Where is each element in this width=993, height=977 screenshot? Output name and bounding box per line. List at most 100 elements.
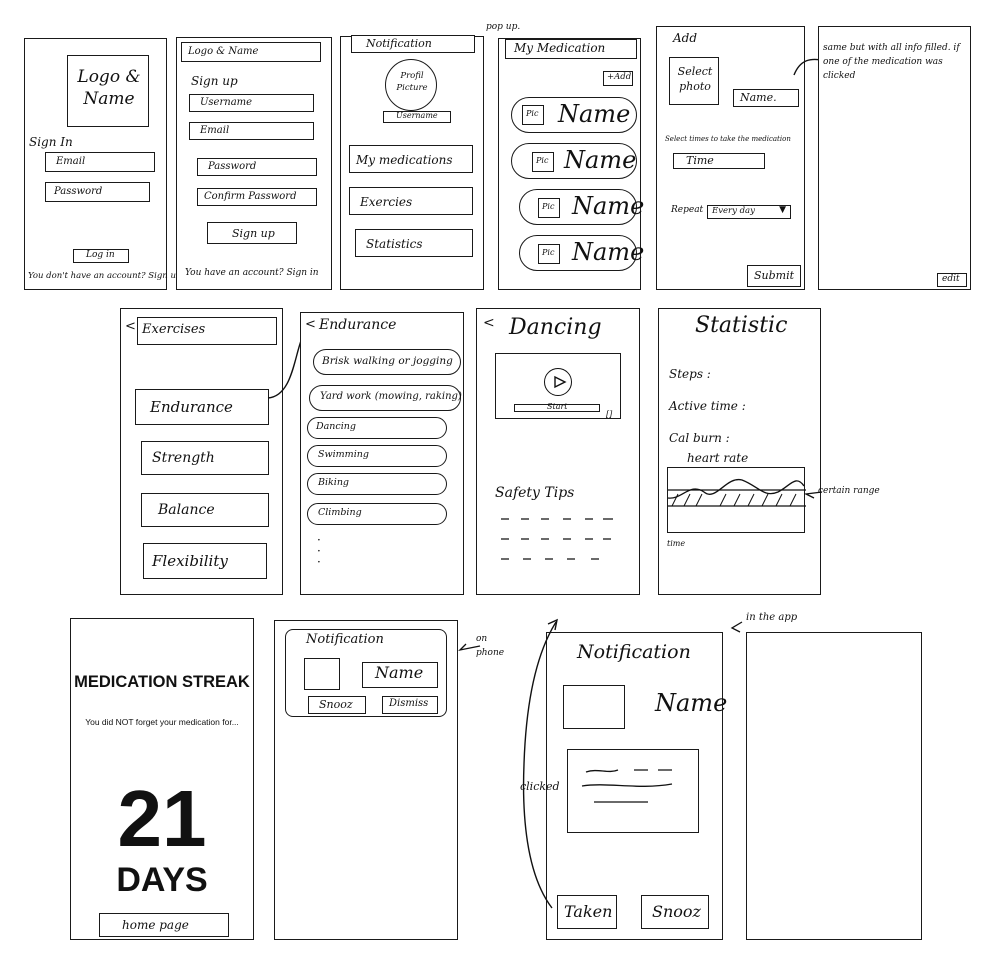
username-field[interactable]: Username <box>189 94 314 112</box>
pill-image: Pic <box>522 105 544 125</box>
login-button-label: Log in <box>86 250 115 260</box>
exercise-endurance[interactable]: Endurance <box>135 389 269 425</box>
pic-label: Pic <box>526 109 539 118</box>
back-icon[interactable]: < <box>125 319 136 334</box>
medication-name: Name <box>558 100 631 128</box>
signup-link[interactable]: You don't have an account? Sign up <box>28 271 181 281</box>
signup-button-label: Sign up <box>232 227 275 240</box>
exercise-label: Balance <box>158 502 215 518</box>
streak-title: MEDICATION STREAK <box>74 673 250 691</box>
email-field[interactable]: Email <box>45 152 155 172</box>
notification-card[interactable]: Notification Name Snooz Dismiss <box>285 629 447 717</box>
activity-item[interactable]: Brisk walking or jogging <box>313 349 461 375</box>
safety-tips-placeholder <box>501 518 613 560</box>
notification-bar[interactable]: Notification <box>351 35 475 53</box>
logo-text: Logo & Name <box>188 46 259 57</box>
back-icon[interactable]: < <box>305 317 316 332</box>
email-field[interactable]: Email <box>189 122 314 140</box>
time-field[interactable]: Time <box>673 153 765 169</box>
select-photo-button[interactable]: Select photo <box>669 57 719 105</box>
medication-card[interactable]: Pic Name <box>511 97 637 133</box>
exercise-strength[interactable]: Strength <box>141 441 269 475</box>
name-placeholder: Name. <box>740 91 777 104</box>
repeat-select[interactable]: Every day ▼ <box>707 205 791 219</box>
submit-button[interactable]: Submit <box>747 265 801 287</box>
menu-item-medications[interactable]: My medications <box>349 145 473 173</box>
fullscreen-icon[interactable]: [] <box>606 410 612 419</box>
notification-image <box>563 685 625 729</box>
snooze-button[interactable]: Snooz <box>641 895 709 929</box>
select-photo-label: Select photo <box>677 65 713 93</box>
password-placeholder: Password <box>208 161 257 172</box>
snooze-button[interactable]: Snooz <box>308 696 366 714</box>
password-field[interactable]: Password <box>45 182 150 202</box>
exercise-balance[interactable]: Balance <box>141 493 269 527</box>
video-progress-bar[interactable]: Start <box>514 402 600 412</box>
add-label: +Add <box>607 72 632 82</box>
exercise-label: Endurance <box>150 398 233 416</box>
menu-item-exercises[interactable]: Exercies <box>349 187 473 215</box>
notification-label: Notification <box>366 37 432 50</box>
confirm-placeholder: Confirm Password <box>204 191 297 202</box>
activity-item[interactable]: Climbing <box>307 503 447 525</box>
confirm-password-field[interactable]: Confirm Password <box>197 188 317 206</box>
more-dots: · · · <box>317 533 321 569</box>
time-axis-label: time <box>667 539 686 548</box>
password-field[interactable]: Password <box>197 158 317 176</box>
menu-item-statistics[interactable]: Statistics <box>355 229 473 257</box>
signin-link[interactable]: You have an account? Sign in <box>185 268 319 278</box>
taken-button[interactable]: Taken <box>557 895 617 929</box>
profile-picture[interactable]: Profil Picture <box>385 59 437 111</box>
edit-button[interactable]: edit <box>937 273 967 287</box>
exercise-label: Flexibility <box>152 552 228 570</box>
name-field[interactable]: Name. <box>733 89 799 107</box>
statistic-screen: Statistic Steps : Active time : Cal burn… <box>658 308 821 595</box>
calories-label: Cal burn : <box>669 431 730 445</box>
add-medication-screen: Add Select photo Name. Select times to t… <box>656 26 805 290</box>
medication-name: Name <box>572 238 645 266</box>
exercise-flexibility[interactable]: Flexibility <box>143 543 267 579</box>
activity-item[interactable]: Biking <box>307 473 447 495</box>
activity-item[interactable]: Dancing <box>307 417 447 439</box>
activity-label: Brisk walking or jogging <box>322 355 453 367</box>
video-player[interactable]: Start [] <box>495 353 621 419</box>
pill-image: Pic <box>538 198 560 218</box>
activity-item[interactable]: Yard work (mowing, raking) <box>309 385 462 411</box>
logo-text: Logo & Name <box>77 67 141 109</box>
statistic-title: Statistic <box>695 313 788 338</box>
home-page-button[interactable]: home page <box>99 913 229 937</box>
notification-details <box>567 749 699 833</box>
back-icon[interactable]: < <box>483 315 495 331</box>
on-phone-note: on phone <box>476 634 505 658</box>
medication-title: My Medication <box>514 41 606 55</box>
activity-label: Dancing <box>316 421 356 432</box>
add-medication-button[interactable]: +Add <box>603 71 633 86</box>
activity-label: Swimming <box>318 449 369 460</box>
logo-name-bar: Logo & Name <box>181 42 321 62</box>
pill-image: Pic <box>532 152 554 172</box>
activity-label: Yard work (mowing, raking) <box>320 391 462 402</box>
exercise-label: Strength <box>152 450 215 466</box>
active-time-label: Active time : <box>669 399 746 413</box>
notification-name: Name <box>375 663 424 682</box>
time-label: Select times to take the medication <box>665 135 791 143</box>
profile-label: Profil Picture <box>396 71 428 93</box>
dismiss-button[interactable]: Dismiss <box>382 696 438 714</box>
medication-card[interactable]: Pic Name <box>519 235 644 271</box>
clicked-arrow <box>522 618 558 909</box>
edit-medication-screen: same but with all info filled. if one of… <box>818 26 971 290</box>
in-app-note: in the app <box>746 612 798 623</box>
signup-button[interactable]: Sign up <box>207 222 297 244</box>
play-icon[interactable] <box>544 368 572 396</box>
login-button[interactable]: Log in <box>73 249 129 263</box>
pic-label: Pic <box>536 156 549 165</box>
medication-screen: My Medication +Add Pic Name Pic Name Pic… <box>498 38 644 290</box>
in-app-screen <box>746 632 922 940</box>
activity-label: Biking <box>318 477 350 488</box>
medication-card[interactable]: Pic Name <box>511 143 637 179</box>
medication-card[interactable]: Pic Name <box>519 189 644 225</box>
time-placeholder: Time <box>686 154 714 167</box>
add-title: Add <box>673 31 698 45</box>
activity-item[interactable]: Swimming <box>307 445 447 467</box>
medication-name: Name <box>572 192 645 220</box>
